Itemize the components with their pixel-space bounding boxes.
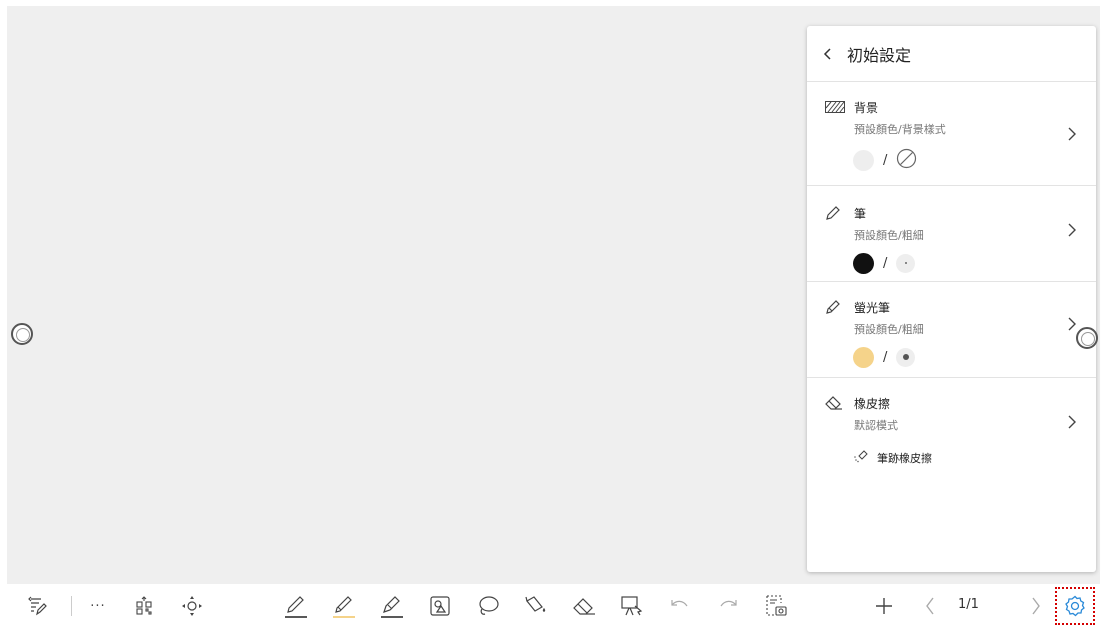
- lasso-icon[interactable]: [474, 592, 502, 620]
- highlighter-icon: [825, 299, 845, 315]
- move-icon[interactable]: [178, 592, 206, 620]
- highlighter-tool-icon[interactable]: [330, 592, 358, 620]
- marker-tool-icon[interactable]: [378, 592, 406, 620]
- page-indicator: 1/1: [958, 597, 979, 612]
- highlighter-subtitle: 預設顏色/粗細: [854, 323, 924, 336]
- qr-code-icon[interactable]: [130, 592, 158, 620]
- settings-icon[interactable]: [1061, 592, 1089, 620]
- eraser-subtitle: 默認模式: [854, 419, 898, 432]
- panel-header: 初始設定: [807, 26, 1096, 82]
- pen-icon: [825, 205, 845, 221]
- right-handle[interactable]: [1076, 327, 1098, 349]
- separator: /: [883, 349, 888, 365]
- left-handle[interactable]: [11, 323, 33, 345]
- eraser-setting[interactable]: 橡皮擦 默認模式 筆跡橡皮擦: [807, 378, 1096, 478]
- toolbar-divider: [71, 596, 72, 616]
- undo-icon[interactable]: [666, 592, 694, 620]
- pen-color-swatch[interactable]: [853, 252, 874, 274]
- stroke-eraser-label: 筆跡橡皮擦: [877, 451, 932, 465]
- eraser-title: 橡皮擦: [854, 396, 891, 411]
- pen-tool-icon[interactable]: [282, 592, 310, 620]
- separator: /: [883, 255, 888, 271]
- add-page-icon[interactable]: [870, 592, 898, 620]
- initial-settings-panel: 初始設定 背景 預設顏色/背景樣式 / 筆 預設顏色/粗細 / 螢光筆 預設顏色…: [807, 26, 1096, 572]
- no-pattern-icon[interactable]: [896, 148, 917, 173]
- pen-size-swatch[interactable]: [896, 253, 916, 273]
- highlighter-title: 螢光筆: [854, 300, 891, 315]
- redo-icon[interactable]: [714, 592, 742, 620]
- background-title: 背景: [854, 100, 879, 115]
- shape-icon[interactable]: [426, 592, 454, 620]
- chevron-right-icon[interactable]: [1068, 126, 1076, 145]
- pen-setting[interactable]: 筆 預設顏色/粗細 /: [807, 186, 1096, 282]
- screenshot-icon[interactable]: [762, 592, 790, 620]
- separator: /: [883, 152, 888, 168]
- background-pattern-icon: [825, 99, 845, 115]
- prev-page-icon[interactable]: [916, 592, 944, 620]
- fill-icon[interactable]: [522, 592, 550, 620]
- pen-subtitle: 預設顏色/粗細: [854, 229, 924, 242]
- next-page-icon[interactable]: [1022, 592, 1050, 620]
- background-setting[interactable]: 背景 預設顏色/背景樣式 /: [807, 82, 1096, 186]
- chevron-right-icon[interactable]: [1068, 316, 1076, 335]
- note-icon[interactable]: [24, 592, 52, 620]
- highlighter-size-swatch[interactable]: [896, 347, 916, 367]
- eraser-tool-icon[interactable]: [570, 592, 598, 620]
- highlighter-color-swatch[interactable]: [853, 346, 874, 368]
- pen-title: 筆: [854, 206, 867, 221]
- back-icon[interactable]: [817, 42, 839, 66]
- chevron-right-icon[interactable]: [1068, 414, 1076, 433]
- presentation-icon[interactable]: [618, 592, 646, 620]
- stroke-eraser-icon: [853, 449, 871, 466]
- stroke-eraser-option[interactable]: 筆跡橡皮擦: [853, 449, 1096, 466]
- more-icon[interactable]: ···: [84, 592, 112, 620]
- background-color-swatch[interactable]: [853, 149, 874, 171]
- background-subtitle: 預設顏色/背景樣式: [854, 123, 946, 136]
- highlighter-setting[interactable]: 螢光筆 預設顏色/粗細 /: [807, 282, 1096, 378]
- bottom-toolbar: ··· 1/1: [0, 584, 1107, 628]
- chevron-right-icon[interactable]: [1068, 222, 1076, 241]
- eraser-icon: [825, 395, 845, 411]
- panel-title: 初始設定: [847, 45, 912, 65]
